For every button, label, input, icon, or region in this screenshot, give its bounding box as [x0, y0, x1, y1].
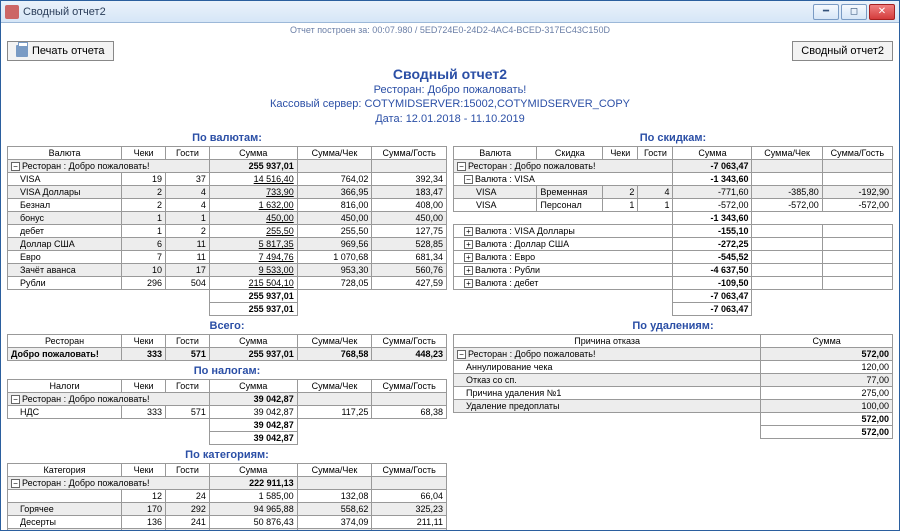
print-label: Печать отчета [32, 45, 105, 57]
report-header: Сводный отчет2 Ресторан: Добро пожаловат… [1, 65, 899, 126]
currencies-table: Валюта Чеки Гости Сумма Сумма/Чек Сумма/… [7, 146, 447, 316]
minimize-button[interactable]: ━ [813, 4, 839, 20]
group-label: Ресторан : Добро пожаловать! [22, 161, 149, 171]
grand-total-label: Всего: [7, 320, 447, 332]
section-currencies: По валютам: [7, 132, 447, 144]
discounts-table: ВалютаСкидкаЧекиГостиСуммаСумма/ЧекСумма… [453, 146, 893, 316]
col-currency: Валюта [8, 147, 122, 160]
print-button[interactable]: Печать отчета [7, 41, 114, 61]
col-guests: Гости [166, 147, 210, 160]
taxes-table: НалогиЧекиГостиСуммаСумма/ЧекСумма/Гость… [7, 379, 447, 445]
tree-toggle[interactable]: + [464, 240, 473, 249]
subtotal: 255 937,01 [209, 290, 297, 303]
col-spc: Сумма/Чек [297, 147, 372, 160]
section-categories: По категориям: [7, 449, 447, 461]
tree-toggle[interactable]: − [11, 162, 20, 171]
tree-toggle[interactable]: − [11, 395, 20, 404]
print-icon [16, 45, 28, 57]
total: 255 937,01 [209, 303, 297, 316]
build-meta: Отчет построен за: 00:07.980 / 5ED724E0-… [1, 23, 899, 37]
categories-table: КатегорияЧекиГостиСуммаСумма/ЧекСумма/Го… [7, 463, 447, 530]
section-taxes: По налогам: [7, 365, 447, 377]
deletions-table: Причина отказаСумма −Ресторан : Добро по… [453, 334, 893, 439]
report-restaurant: Ресторан: Добро пожаловать! [1, 83, 899, 97]
section-discounts: По скидкам: [453, 132, 893, 144]
window-title: Сводный отчет2 [23, 6, 813, 18]
close-button[interactable]: ✕ [869, 4, 895, 20]
app-icon [5, 5, 19, 19]
col-sum: Сумма [209, 147, 297, 160]
report-retry-label: Сводный отчет2 [801, 45, 884, 57]
report-server: Кассовый сервер: COTYMIDSERVER:15002,COT… [1, 97, 899, 111]
report-title: Сводный отчет2 [1, 65, 899, 83]
tree-toggle[interactable]: − [457, 350, 466, 359]
report-dates: Дата: 12.01.2018 - 11.10.2019 [1, 112, 899, 126]
col-spg: Сумма/Гость [372, 147, 447, 160]
maximize-button[interactable]: ◻ [841, 4, 867, 20]
tree-toggle[interactable]: + [464, 266, 473, 275]
row-name: VISA [8, 173, 122, 186]
titlebar: Сводный отчет2 ━ ◻ ✕ [1, 1, 899, 23]
tree-toggle[interactable]: + [464, 227, 473, 236]
col-checks: Чеки [122, 147, 166, 160]
report-retry-button[interactable]: Сводный отчет2 [792, 41, 893, 61]
tree-toggle[interactable]: − [11, 479, 20, 488]
tree-toggle[interactable]: − [457, 162, 466, 171]
tree-toggle[interactable]: + [464, 279, 473, 288]
grand-total-table: РесторанЧекиГостиСуммаСумма/ЧекСумма/Гос… [7, 334, 447, 361]
tree-toggle[interactable]: − [464, 175, 473, 184]
section-deletions: По удалениям: [453, 320, 893, 332]
group-total: 255 937,01 [209, 160, 297, 173]
tree-toggle[interactable]: + [464, 253, 473, 262]
